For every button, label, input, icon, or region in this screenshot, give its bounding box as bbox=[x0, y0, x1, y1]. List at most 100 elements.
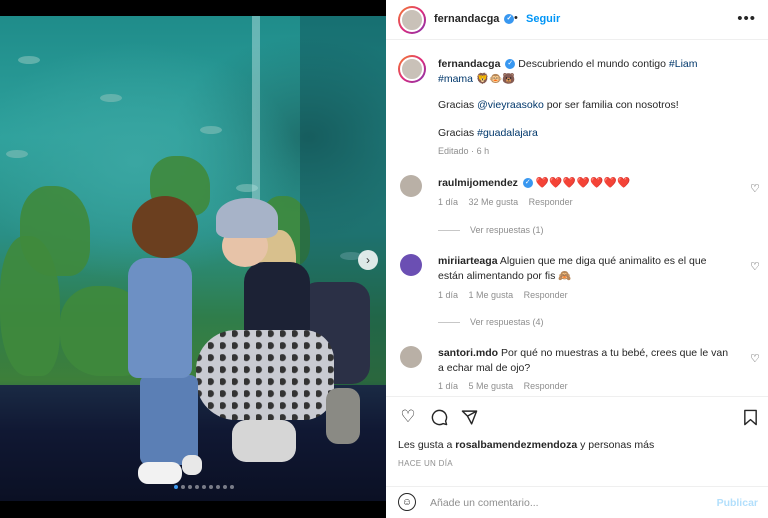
bookmark-icon[interactable] bbox=[740, 407, 760, 427]
hashtag-link[interactable]: #Liam bbox=[669, 58, 698, 70]
comment-likes[interactable]: 1 Me gusta bbox=[469, 290, 514, 300]
carousel-dot bbox=[202, 485, 206, 489]
post-username[interactable]: fernandacga ✓ bbox=[434, 13, 515, 25]
replies-divider bbox=[438, 230, 460, 232]
view-replies-label: Ver respuestas (4) bbox=[470, 317, 544, 327]
carousel-dot bbox=[223, 485, 227, 489]
child-shoe bbox=[182, 455, 202, 475]
like-comment-heart-icon[interactable]: ♡ bbox=[750, 182, 760, 195]
comment-text: santori.mdo Por qué no muestras a tu beb… bbox=[438, 346, 734, 376]
post-timestamp: HACE UN DÍA bbox=[398, 459, 453, 468]
reply-button[interactable]: Responder bbox=[524, 290, 568, 300]
comment-text: miriiarteaga Alguien que me diga qué ani… bbox=[438, 254, 734, 284]
like-comment-heart-icon[interactable]: ♡ bbox=[750, 352, 760, 365]
comment-icon[interactable] bbox=[429, 407, 449, 427]
woman-hat bbox=[216, 198, 278, 238]
woman-boot bbox=[326, 388, 360, 444]
comment-time: 1 día bbox=[438, 381, 459, 391]
comment-likes[interactable]: 5 Me gusta bbox=[469, 381, 514, 391]
comment-body: ❤️❤️❤️❤️❤️❤️❤️ bbox=[535, 177, 631, 189]
verified-badge-icon: ✓ bbox=[522, 178, 533, 189]
avatar[interactable] bbox=[400, 175, 422, 197]
edited-label: Editado bbox=[438, 146, 469, 156]
verified-badge-icon: ✓ bbox=[504, 14, 515, 25]
comment-meta: 1 día 1 Me gusta Responder bbox=[438, 290, 576, 300]
carousel-dot bbox=[209, 485, 213, 489]
post-panel: fernandacga ✓ • Seguir ••• fernandacga ✓… bbox=[386, 0, 768, 518]
rock-decoration bbox=[20, 186, 90, 276]
edited-time: 6 h bbox=[476, 146, 490, 156]
carousel-dot bbox=[195, 485, 199, 489]
comment-time: 1 día bbox=[438, 197, 459, 207]
media-top-bar bbox=[0, 0, 386, 16]
comment-username[interactable]: santori.mdo bbox=[438, 347, 498, 359]
comment-username[interactable]: raulmijomendez bbox=[438, 177, 518, 189]
likes-username[interactable]: rosalbamendezmendoza bbox=[455, 439, 577, 451]
caption-username[interactable]: fernandacga bbox=[438, 58, 500, 70]
carousel-dot bbox=[188, 485, 192, 489]
view-replies-button[interactable]: Ver respuestas (4) bbox=[438, 317, 544, 327]
likes-suffix: y personas más bbox=[580, 439, 655, 451]
view-replies-button[interactable]: Ver respuestas (1) bbox=[438, 225, 544, 235]
caption-line-text: Gracias bbox=[438, 99, 475, 111]
verified-badge-icon: ✓ bbox=[505, 59, 516, 70]
caption-emojis: 🦁🐵🐻 bbox=[475, 73, 516, 85]
child-body bbox=[128, 258, 192, 378]
child-legs bbox=[140, 375, 198, 465]
avatar[interactable] bbox=[398, 6, 426, 34]
comment-meta: 1 día 32 Me gusta Responder bbox=[438, 197, 581, 207]
comment-text: raulmijomendez ✓ ❤️❤️❤️❤️❤️❤️❤️ bbox=[438, 176, 734, 191]
avatar[interactable] bbox=[400, 254, 422, 276]
likes-prefix: Les gusta a bbox=[398, 439, 453, 451]
caption-line: Gracias #guadalajara bbox=[438, 127, 538, 139]
view-replies-label: Ver respuestas (1) bbox=[470, 225, 544, 235]
fish-decoration bbox=[6, 150, 28, 158]
carousel-next-button[interactable]: › bbox=[358, 250, 378, 270]
post-media: › bbox=[0, 0, 386, 518]
caption-line-text: Gracias bbox=[438, 127, 475, 139]
child-shoe bbox=[138, 462, 182, 484]
comment-username[interactable]: miriiarteaga bbox=[438, 255, 498, 267]
avatar[interactable] bbox=[400, 346, 422, 368]
chevron-right-icon: › bbox=[366, 253, 370, 267]
meta-separator: · bbox=[471, 146, 475, 156]
post-header: fernandacga ✓ • Seguir ••• bbox=[386, 0, 768, 40]
fish-decoration bbox=[100, 94, 122, 102]
carousel-indicator bbox=[174, 485, 234, 489]
post-actions: ♡ Les gusta a rosalbamendezmendoza y per… bbox=[386, 396, 768, 476]
comment-time: 1 día bbox=[438, 290, 459, 300]
replies-divider bbox=[438, 322, 460, 324]
mention-link[interactable]: @vieyraasoko bbox=[477, 99, 544, 111]
carousel-dot bbox=[216, 485, 220, 489]
reply-button[interactable]: Responder bbox=[529, 197, 573, 207]
likes-summary[interactable]: Les gusta a rosalbamendezmendoza y perso… bbox=[398, 439, 654, 451]
heart-icon[interactable]: ♡ bbox=[398, 407, 418, 427]
follow-button[interactable]: Seguir bbox=[526, 13, 560, 25]
woman-skirt bbox=[196, 330, 334, 420]
fish-decoration bbox=[18, 56, 40, 64]
reply-button[interactable]: Responder bbox=[524, 381, 568, 391]
publish-button[interactable]: Publicar bbox=[717, 497, 758, 509]
emoji-icon[interactable]: ☺ bbox=[398, 493, 416, 511]
add-comment-bar: ☺ Publicar bbox=[386, 486, 768, 518]
carousel-dot bbox=[230, 485, 234, 489]
carousel-dot bbox=[174, 485, 178, 489]
hashtag-link[interactable]: #mama bbox=[438, 73, 473, 85]
share-icon[interactable] bbox=[459, 407, 479, 427]
child-head bbox=[132, 196, 198, 258]
comment-input[interactable] bbox=[430, 493, 700, 513]
caption-line: Gracias @vieyraasoko por ser familia con… bbox=[438, 99, 679, 111]
caption-meta: Editado · 6 h bbox=[438, 146, 489, 156]
fish-decoration bbox=[200, 126, 222, 134]
comments-section[interactable]: fernandacga ✓ Descubriendo el mundo cont… bbox=[386, 41, 768, 395]
avatar[interactable] bbox=[398, 55, 426, 83]
more-options-icon[interactable]: ••• bbox=[737, 10, 756, 27]
woman-shoe bbox=[232, 420, 296, 462]
comment-meta: 1 día 5 Me gusta Responder bbox=[438, 381, 576, 391]
caption-body: Descubriendo el mundo contigo bbox=[518, 58, 666, 70]
header-separator: • bbox=[514, 12, 518, 24]
like-comment-heart-icon[interactable]: ♡ bbox=[750, 260, 760, 273]
comment-likes[interactable]: 32 Me gusta bbox=[469, 197, 519, 207]
hashtag-link[interactable]: #guadalajara bbox=[477, 127, 538, 139]
carousel-dot bbox=[181, 485, 185, 489]
